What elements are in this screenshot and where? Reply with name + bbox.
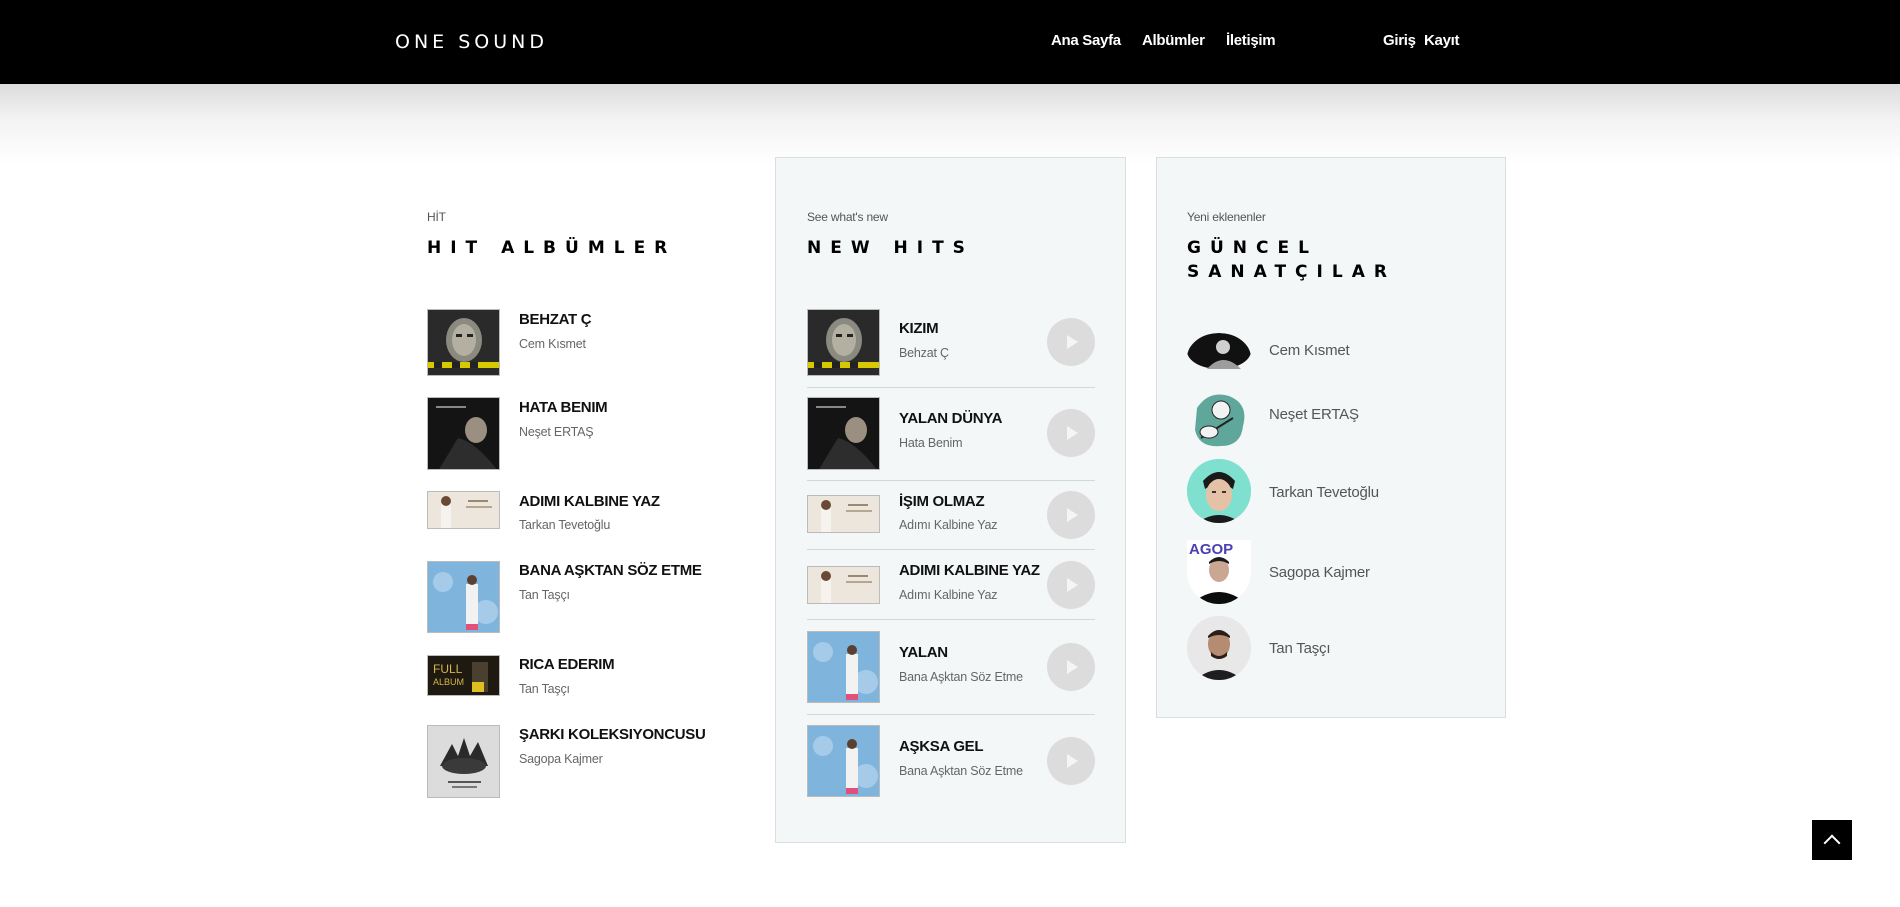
tarkan-cover-icon xyxy=(808,567,879,603)
track-title[interactable]: İŞIM OLMAZ xyxy=(899,493,985,510)
avatar[interactable]: AGOP xyxy=(1187,540,1251,604)
album-artist[interactable]: Tan Taşçı xyxy=(519,588,570,602)
track-album[interactable]: Bana Aşktan Söz Etme xyxy=(899,670,1023,684)
behzat-cover-icon xyxy=(808,310,879,375)
album-cover[interactable] xyxy=(427,309,500,376)
artists-title-line1: GÜNCEL xyxy=(1187,238,1318,258)
track-title[interactable]: YALAN xyxy=(899,644,948,661)
play-button[interactable] xyxy=(1047,737,1095,785)
sagopa-avatar-icon: AGOP xyxy=(1187,540,1251,604)
album-title[interactable]: ŞARKI KOLEKSIYONCUSU xyxy=(519,726,706,743)
nav-home[interactable]: Ana Sayfa xyxy=(1051,32,1121,49)
back-to-top-button[interactable] xyxy=(1812,820,1852,860)
artist-name[interactable]: Sagopa Kajmer xyxy=(1269,564,1370,581)
hata-benim-cover-icon xyxy=(428,398,499,469)
tarkan-cover-icon xyxy=(428,492,499,528)
album-cover[interactable] xyxy=(427,561,500,633)
avatar[interactable] xyxy=(1187,616,1251,680)
track-album[interactable]: Adımı Kalbine Yaz xyxy=(899,518,997,532)
track-album[interactable]: Adımı Kalbine Yaz xyxy=(899,588,997,602)
hit-albums-title: HIT ALBÜMLER xyxy=(427,238,677,258)
track-title[interactable]: YALAN DÜNYA xyxy=(899,410,1002,427)
nav-albums[interactable]: Albümler xyxy=(1142,32,1205,49)
sarki-koleksiyoncusu-cover-icon xyxy=(428,726,499,797)
nav-login[interactable]: Giriş xyxy=(1383,32,1416,49)
header-shadow xyxy=(0,84,1900,164)
play-button[interactable] xyxy=(1047,318,1095,366)
track-cover[interactable] xyxy=(807,495,880,533)
track-divider xyxy=(807,714,1095,715)
album-title[interactable]: BEHZAT Ç xyxy=(519,311,592,328)
new-hits-kicker: See what's new xyxy=(807,210,888,224)
brand-logo[interactable]: ONE SOUND xyxy=(395,31,548,53)
track-divider xyxy=(807,387,1095,388)
track-cover[interactable] xyxy=(807,309,880,376)
album-cover[interactable] xyxy=(427,491,500,529)
track-divider xyxy=(807,549,1095,550)
play-button[interactable] xyxy=(1047,643,1095,691)
svg-text:ALBUM: ALBUM xyxy=(433,677,464,687)
album-artist[interactable]: Cem Kısmet xyxy=(519,337,586,351)
album-title[interactable]: BANA AŞKTAN SÖZ ETME xyxy=(519,562,702,579)
track-album[interactable]: Bana Aşktan Söz Etme xyxy=(899,764,1023,778)
neset-ertas-avatar-icon xyxy=(1195,394,1245,447)
new-hits-title: NEW HITS xyxy=(807,238,974,258)
svg-text:FULL: FULL xyxy=(433,662,463,676)
track-cover[interactable] xyxy=(807,397,880,470)
track-divider xyxy=(807,480,1095,481)
hit-albums-kicker: HİT xyxy=(427,210,446,224)
track-divider xyxy=(807,619,1095,620)
artist-name[interactable]: Cem Kısmet xyxy=(1269,342,1350,359)
artists-kicker: Yeni eklenenler xyxy=(1187,210,1266,224)
behzat-cover-icon xyxy=(428,310,499,375)
album-artist[interactable]: Tan Taşçı xyxy=(519,682,570,696)
artists-title-line2: SANATÇILAR xyxy=(1187,262,1396,282)
hata-benim-cover-icon xyxy=(808,398,879,469)
avatar[interactable] xyxy=(1187,333,1251,383)
top-navbar: ONE SOUND Ana Sayfa Albümler İletişim Gi… xyxy=(0,0,1900,84)
tarkan-avatar-icon xyxy=(1187,459,1251,523)
play-button[interactable] xyxy=(1047,409,1095,457)
tan-tasci-blue-cover-icon xyxy=(808,632,879,702)
full-album-cover-icon: FULL ALBUM xyxy=(428,656,499,695)
tan-tasci-blue-cover-icon xyxy=(808,726,879,796)
avatar[interactable] xyxy=(1187,388,1251,452)
album-artist[interactable]: Neşet ERTAŞ xyxy=(519,425,594,439)
avatar[interactable] xyxy=(1187,459,1251,523)
artist-name[interactable]: Tan Taşçı xyxy=(1269,640,1330,657)
album-cover[interactable] xyxy=(427,397,500,470)
nav-register[interactable]: Kayıt xyxy=(1424,32,1459,49)
artist-name[interactable]: Tarkan Tevetoğlu xyxy=(1269,484,1379,501)
album-cover[interactable] xyxy=(427,725,500,798)
track-title[interactable]: ADIMI KALBINE YAZ xyxy=(899,562,1040,579)
play-button[interactable] xyxy=(1047,561,1095,609)
track-album[interactable]: Hata Benim xyxy=(899,436,963,450)
album-artist[interactable]: Tarkan Tevetoğlu xyxy=(519,518,610,532)
tan-tasci-avatar-icon xyxy=(1187,616,1251,680)
album-title[interactable]: RICA EDERIM xyxy=(519,656,615,673)
track-title[interactable]: AŞKSA GEL xyxy=(899,738,984,755)
album-title[interactable]: HATA BENIM xyxy=(519,399,608,416)
tarkan-cover-icon xyxy=(808,496,879,532)
svg-text:AGOP: AGOP xyxy=(1189,541,1233,558)
album-artist[interactable]: Sagopa Kajmer xyxy=(519,752,603,766)
track-title[interactable]: KIZIM xyxy=(899,320,939,337)
album-cover[interactable]: FULL ALBUM xyxy=(427,655,500,696)
track-cover[interactable] xyxy=(807,725,880,797)
play-button[interactable] xyxy=(1047,491,1095,539)
track-cover[interactable] xyxy=(807,631,880,703)
artist-name[interactable]: Neşet ERTAŞ xyxy=(1269,406,1359,423)
album-title[interactable]: ADIMI KALBINE YAZ xyxy=(519,493,660,510)
track-album[interactable]: Behzat Ç xyxy=(899,346,949,360)
tan-tasci-blue-cover-icon xyxy=(428,562,499,632)
nav-contact[interactable]: İletişim xyxy=(1226,32,1276,49)
track-cover[interactable] xyxy=(807,566,880,604)
